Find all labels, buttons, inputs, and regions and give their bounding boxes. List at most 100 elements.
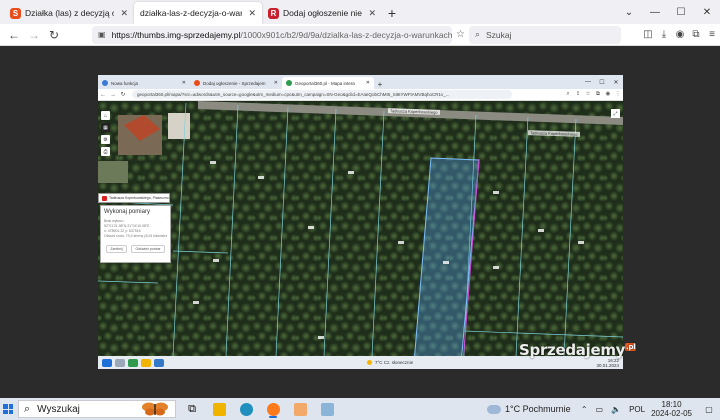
star-icon: ☆ [585,91,591,97]
map-right-toolbar: ⤢ [611,109,620,118]
browser-tab-1[interactable]: S Działka (las) z decyzją o warunk ✕ [4,2,134,24]
measure-title: Wykonaj pomiary [104,209,150,215]
tab-title: działka-las-z-decyzja-o-warunkach-z [140,8,243,18]
inner-new-tab-icon: + [377,80,383,89]
close-icon: ✕ [273,80,278,86]
taskbar-apps: ⧉ [182,400,337,418]
measure-panel: Wykonaj pomiary Brak wyboru 52°01'21.98"… [100,205,171,263]
menu-icon[interactable]: ≡ [704,29,720,40]
task-view-button[interactable]: ⧉ [182,400,202,418]
notifications-icon[interactable]: ▢ [702,405,716,414]
account-icon: ◉ [605,91,611,97]
maximize-icon[interactable]: ☐ [668,7,694,18]
inner-weather: 7°C Cz. słonecznie [367,360,413,365]
inner-tab-2: Dodaj ogłoszenie - Sprzedajem ✕ [190,77,282,89]
browser-toolbar: ← → ↻ ▣ https://thumbs.img-sprzedajemy.p… [0,24,720,46]
tab-dot-icon [102,80,108,86]
weather-text: 1°C Pochmurnie [505,404,571,414]
layers-icon: ⌂ [101,111,110,120]
clock-time: 18:10 [661,400,682,409]
tab-list-icon[interactable]: ⌄ [616,7,642,18]
sprzedajemy-favicon-icon: S [10,7,21,19]
forest-area [98,101,623,356]
address-text: Tadeusza Koperkowskiego, Piaseczno [109,196,169,200]
url-domain: https://thumbs.img-sprzedajemy.pl [111,29,241,40]
start-button[interactable] [0,398,16,420]
measure-close-button: Zamknij [106,245,127,253]
url-bar[interactable]: ▣ https://thumbs.img-sprzedajemy.pl/1000… [92,25,452,44]
file-explorer-button[interactable] [209,400,229,418]
measure-refresh-button: Odśwież pomiar [131,245,165,253]
close-window-icon[interactable]: ✕ [694,7,720,18]
browser-tab-strip: S Działka (las) z decyzją o warunk ✕ dzi… [0,0,720,24]
sun-icon [367,360,372,365]
extensions-icon: ⧉ [596,91,600,97]
inner-clock: 16:22 30.01.2024 [596,358,619,368]
inner-weather-text: 7°C Cz. słonecznie [375,360,414,365]
clearing [98,161,128,183]
taskbar-search-input[interactable]: ⌕ Wyszukaj [18,400,176,418]
inner-tab-title: Dodaj ogłoszenie - Sprzedajem [203,80,266,86]
inner-toolbar: ← → ↻ geoportal360.pl/mapa/?src=adwords&… [98,89,623,101]
account-icon[interactable]: ◉ [672,29,688,40]
new-tab-button[interactable]: + [382,2,402,24]
cloud-icon [487,404,501,414]
bookmark-star-icon[interactable]: ☆ [456,29,465,40]
edge-button[interactable] [236,400,256,418]
watermark-text: Sprzedajemy [519,341,626,359]
show-hidden-icons-icon[interactable]: ⌃ [581,405,588,414]
pin-icon [102,195,107,201]
map-toolbar: ⌂ ▦ ⚙ ⎙ [101,111,110,156]
speaker-icon[interactable]: 🔈 [611,405,621,414]
task-view-icon: ⧉ [188,402,196,415]
downloads-icon[interactable]: ⤓ [656,29,672,40]
browser-tab-2[interactable]: działka-las-z-decyzja-o-warunkach-z ✕ [134,2,262,24]
folder-icon [212,402,226,416]
close-icon[interactable]: ✕ [368,8,376,19]
extensions-icon[interactable]: ⧉ [688,29,704,40]
minimize-icon: — [585,79,591,85]
language-indicator[interactable]: POL [629,405,645,414]
paint-button[interactable] [317,400,337,418]
back-icon[interactable]: ← [4,28,24,42]
search-icon [115,358,125,367]
share-icon: ⇪ [575,91,581,97]
page-info-icon[interactable]: ▣ [98,30,106,39]
butterfly-search-highlight-icon [142,402,168,416]
satellite-map: Tadeusza Koperkowskiego Tadeusza Koperko… [98,101,623,356]
otodom-favicon-icon: R [268,7,279,19]
reload-icon[interactable]: ↻ [44,28,64,42]
search-input[interactable]: ⌕ Szukaj [468,25,621,44]
url-text: https://thumbs.img-sprzedajemy.pl/1000x9… [112,30,452,40]
browser-tab-3[interactable]: R Dodaj ogłoszenie nieruchomości ✕ [262,2,382,24]
reload-icon: ↻ [120,92,126,98]
inner-tray: 16:22 30.01.2024 [592,358,619,368]
edge-icon [154,358,164,367]
firefox-icon [266,402,280,416]
edge-icon [239,402,253,416]
tab-title: Działka (las) z decyzją o warunk [25,8,115,18]
minimize-icon[interactable]: — [642,7,668,18]
firefox-button[interactable] [263,400,283,418]
forward-icon[interactable]: → [24,28,44,42]
sprzedajemy-watermark: Sprzedajemy.pl [519,341,637,359]
taskbar-weather[interactable]: 1°C Pochmurnie [487,404,571,414]
fullscreen-icon: ⤢ [611,109,620,118]
close-icon[interactable]: ✕ [248,8,256,19]
map-canvas [98,101,623,356]
file-button[interactable] [290,400,310,418]
back-icon: ← [100,91,106,98]
pocket-icon[interactable]: ◫ [640,29,656,40]
display-icon[interactable]: ▭ [596,405,604,414]
close-icon[interactable]: ✕ [120,8,128,19]
watermark-suffix: .pl [625,343,637,351]
document-icon [293,402,307,416]
tab-title: Dodaj ogłoszenie nieruchomości [283,8,362,18]
inner-tab-title: Geoportal360.pl - Mapa intera [295,80,355,86]
tab-dot-icon [286,80,292,86]
taskbar-clock[interactable]: 18:10 2024-02-05 [651,400,692,418]
inner-tab-strip: Nowa funkcja ✕ Dodaj ogłoszenie - Sprzeda… [98,75,623,89]
inner-tab-title: Nowa funkcja [111,80,139,86]
search-icon: ⌕ [474,29,481,39]
tools-icon: ⚙ [101,135,110,144]
